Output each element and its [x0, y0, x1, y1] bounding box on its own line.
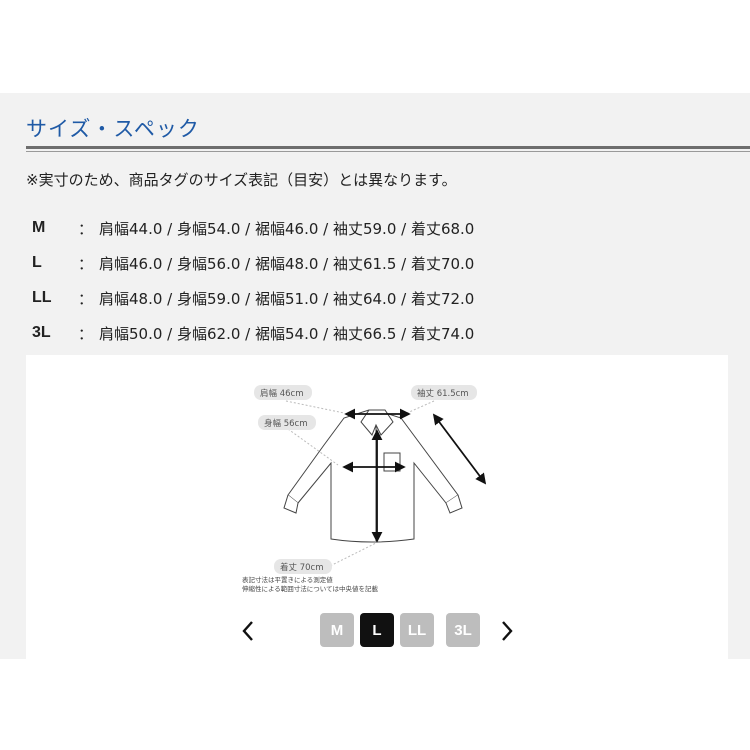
spec-size-label: 3L	[32, 324, 51, 341]
spec-row-ll: LL ： 肩幅48.0 / 身幅59.0 / 裾幅51.0 / 袖丈64.0 /…	[32, 285, 474, 311]
spec-separator: ：	[78, 254, 94, 273]
measurement-note: ※実寸のため、商品タグのサイズ表記（目安）とは異なります。	[26, 171, 457, 189]
size-tab-ll[interactable]: LL	[400, 613, 434, 647]
spec-values: 肩幅50.0 / 身幅62.0 / 裾幅54.0 / 袖丈66.5 / 着丈74…	[99, 324, 475, 343]
title-divider-thin	[26, 151, 750, 152]
shoulder-label: 肩幅 46cm	[260, 388, 303, 399]
spec-separator: ：	[78, 219, 94, 238]
spec-row-l: L ： 肩幅46.0 / 身幅56.0 / 裾幅48.0 / 袖丈61.5 / …	[32, 250, 474, 276]
shirt-outline	[283, 409, 463, 543]
carousel-next-button[interactable]	[495, 617, 519, 645]
title-divider-thick	[26, 146, 750, 149]
carousel-prev-button[interactable]	[236, 617, 260, 645]
spec-row-m: M ： 肩幅44.0 / 身幅54.0 / 裾幅46.0 / 袖丈59.0 / …	[32, 215, 474, 241]
spec-size-label: LL	[32, 289, 52, 306]
spec-values: 肩幅44.0 / 身幅54.0 / 裾幅46.0 / 袖丈59.0 / 着丈68…	[99, 219, 475, 238]
spec-size-label: L	[32, 254, 42, 271]
chevron-left-icon	[242, 621, 253, 641]
chest-label: 身幅 56cm	[264, 418, 307, 429]
size-tab-m[interactable]: M	[320, 613, 354, 647]
size-tab-l[interactable]: L	[360, 613, 394, 647]
size-tab-3l[interactable]: 3L	[446, 613, 480, 647]
diagram-footnote-1: 表記寸法は平置きによる測定値	[242, 575, 333, 584]
diagram-footnote-2: 伸縮性による範囲寸法については中央値を記載	[242, 584, 378, 593]
spec-separator: ：	[78, 324, 94, 343]
spec-values: 肩幅48.0 / 身幅59.0 / 裾幅51.0 / 袖丈64.0 / 着丈72…	[99, 289, 475, 308]
section-title: サイズ・スペック	[26, 117, 200, 141]
spec-size-label: M	[32, 219, 46, 236]
spec-values: 肩幅46.0 / 身幅56.0 / 裾幅48.0 / 袖丈61.5 / 着丈70…	[99, 254, 475, 273]
chevron-right-icon	[502, 621, 513, 641]
sleeve-label: 袖丈 61.5cm	[417, 388, 469, 399]
spec-separator: ：	[78, 289, 94, 308]
spec-row-3l: 3L ： 肩幅50.0 / 身幅62.0 / 裾幅54.0 / 袖丈66.5 /…	[32, 320, 474, 346]
length-label: 着丈 70cm	[280, 562, 323, 573]
